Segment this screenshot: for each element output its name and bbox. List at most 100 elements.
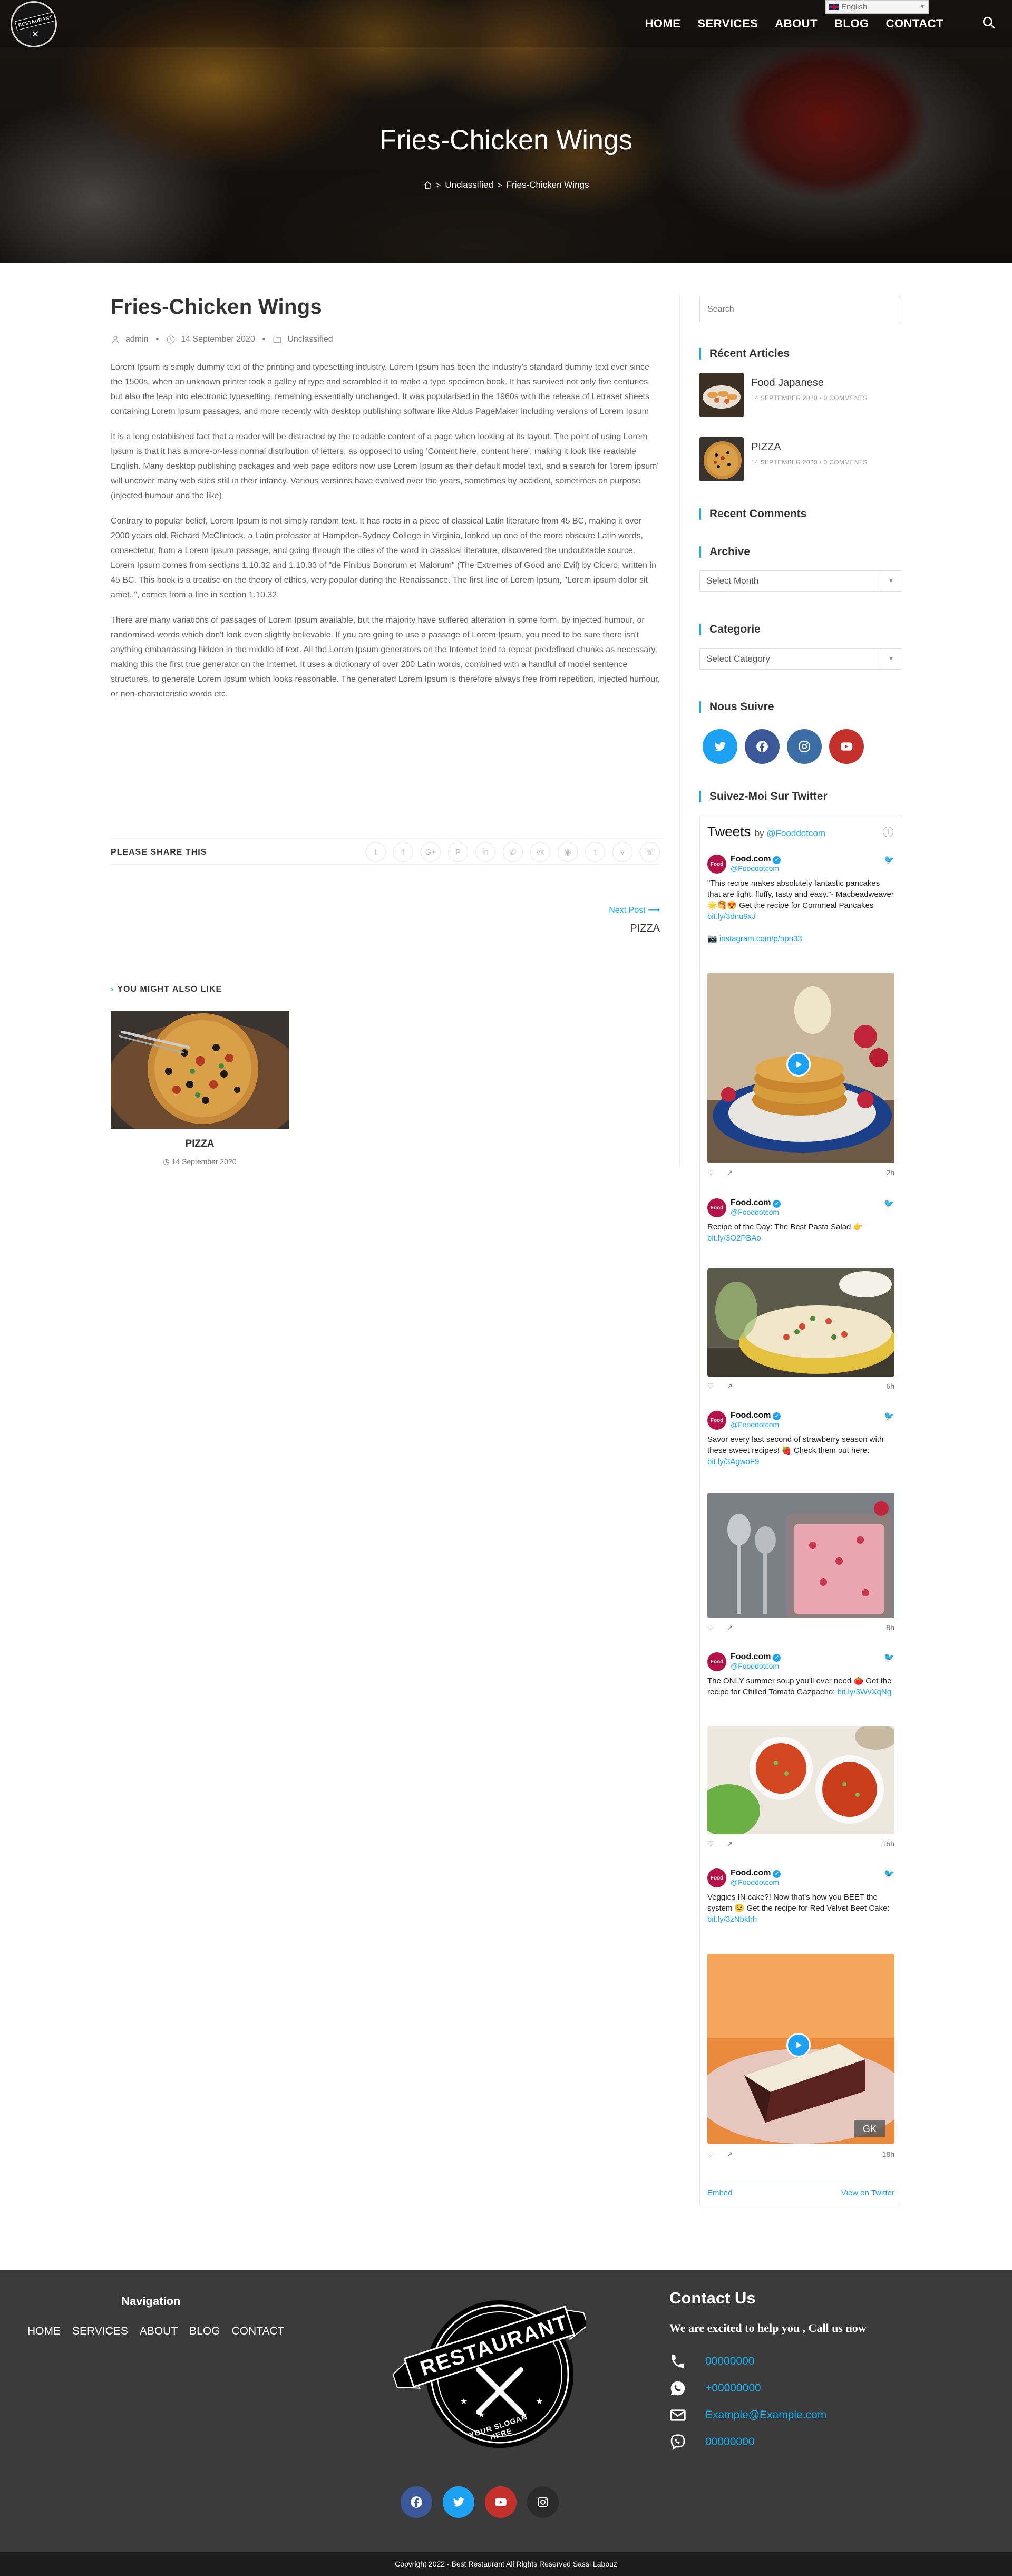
post-author[interactable]: admin <box>125 335 149 344</box>
language-selector[interactable]: English ▼ <box>825 0 929 14</box>
footer-menu-services[interactable]: SERVICES <box>72 2325 128 2338</box>
play-icon[interactable] <box>786 2033 811 2057</box>
tweet-time[interactable]: 2h <box>886 1168 894 1177</box>
tweet-link[interactable]: bit.ly/3O2PBAo <box>707 1234 761 1243</box>
tweet-card[interactable]: Food Food.com ✓ @Fooddotcom 🐦 Savor every la… <box>707 1411 894 1467</box>
breadcrumb-category[interactable]: Unclassified <box>445 180 493 190</box>
linkedin-icon[interactable]: in <box>475 842 495 862</box>
whatsapp-icon[interactable]: ☏ <box>640 842 660 862</box>
view-on-twitter-link[interactable]: View on Twitter <box>841 2188 894 2197</box>
play-icon[interactable] <box>786 1052 811 1077</box>
contact-phone[interactable]: 00000000 <box>705 2355 754 2368</box>
twitter-icon[interactable] <box>703 729 737 764</box>
tweet-author[interactable]: Food.com <box>731 1411 771 1420</box>
tweet-card[interactable]: Food Food.com ✓ @Fooddotcom 🐦 The ONLY summe… <box>707 1652 894 1698</box>
like-icon[interactable]: ♡ <box>707 1382 714 1391</box>
avatar[interactable]: Food <box>707 1198 726 1217</box>
tweet-card[interactable]: Food Food.com ✓ @Fooddotcom 🐦 "This recipe m… <box>707 855 894 944</box>
tweet-media-gazpacho[interactable] <box>707 1726 894 1834</box>
avatar[interactable]: Food <box>707 855 726 874</box>
next-post-link[interactable]: Next Post ⟶ PIZZA <box>527 905 660 935</box>
viber-icon[interactable]: ✆ <box>503 842 523 862</box>
tweet-time[interactable]: 6h <box>886 1382 894 1391</box>
instagram-icon[interactable] <box>527 2486 559 2518</box>
reddit-icon[interactable]: ◉ <box>558 842 578 862</box>
tweet-handle[interactable]: @Fooddotcom <box>731 1420 781 1429</box>
archive-select[interactable]: Select Month ▼ <box>699 570 901 592</box>
twitter-icon[interactable]: t <box>366 842 386 862</box>
recent-post-comments[interactable]: 0 COMMENTS <box>824 459 868 466</box>
menu-item-contact[interactable]: CONTACT <box>886 17 943 31</box>
recent-post-title[interactable]: Food Japanese <box>751 377 868 389</box>
contact-viber[interactable]: 00000000 <box>705 2436 754 2448</box>
tweet-link[interactable]: bit.ly/3AgwoF9 <box>707 1457 759 1466</box>
tweet-media-strawberry[interactable] <box>707 1493 894 1618</box>
share-icon[interactable]: ↗ <box>727 1382 733 1391</box>
tweet-link[interactable]: bit.ly/3WvXqNg <box>838 1688 892 1697</box>
pinterest-icon[interactable]: P <box>448 842 468 862</box>
twitter-bird-icon[interactable]: 🐦 <box>884 1868 894 1879</box>
related-post-title[interactable]: PIZZA <box>111 1138 289 1150</box>
tweet-time[interactable]: 8h <box>886 1623 894 1632</box>
share-icon[interactable]: ↗ <box>727 1623 733 1632</box>
tweet-media-pancakes[interactable] <box>707 973 894 1163</box>
tweet-author[interactable]: Food.com <box>731 1198 771 1207</box>
tweet-author[interactable]: Food.com <box>731 1652 771 1661</box>
tweet-author[interactable]: Food.com <box>731 1868 771 1877</box>
avatar[interactable]: Food <box>707 1411 726 1430</box>
google-plus-icon[interactable]: G+ <box>421 842 441 862</box>
contact-email[interactable]: Example@Example.com <box>705 2409 826 2422</box>
recent-post-thumbnail[interactable] <box>699 373 744 417</box>
sidebar-search-input[interactable] <box>699 297 901 322</box>
vk-icon[interactable]: vk <box>530 842 550 862</box>
viadeo-icon[interactable]: v <box>612 842 632 862</box>
twitter-bird-icon[interactable]: 🐦 <box>884 1652 894 1663</box>
tweet-media-beet-cake[interactable]: GK <box>707 1954 894 2144</box>
youtube-icon[interactable] <box>829 729 864 764</box>
instagram-icon[interactable] <box>787 729 822 764</box>
twitter-profile-link[interactable]: @Fooddotcom <box>766 828 825 838</box>
twitter-bird-icon[interactable]: 🐦 <box>884 1198 894 1209</box>
embed-link[interactable]: Embed <box>707 2188 733 2197</box>
menu-item-services[interactable]: SERVICES <box>697 17 758 31</box>
recent-post-item[interactable]: PIZZA 14 SEPTEMBER 2020 • 0 COMMENTS <box>699 437 868 481</box>
menu-item-about[interactable]: ABOUT <box>775 17 818 31</box>
tweet-link[interactable]: bit.ly/3zNbkhh <box>707 1915 757 1924</box>
post-category[interactable]: Unclassified <box>287 335 333 344</box>
avatar[interactable]: Food <box>707 1652 726 1671</box>
tweet-handle[interactable]: @Fooddotcom <box>731 1208 781 1216</box>
like-icon[interactable]: ♡ <box>707 1839 714 1848</box>
tweet-handle[interactable]: @Fooddotcom <box>731 1662 781 1670</box>
recent-post-comments[interactable]: 0 COMMENTS <box>824 394 868 402</box>
facebook-icon[interactable]: f <box>393 842 413 862</box>
info-icon[interactable]: i <box>883 827 893 837</box>
tweet-media-pasta-salad[interactable] <box>707 1268 894 1377</box>
share-icon[interactable]: ↗ <box>727 1839 733 1848</box>
recent-post-title[interactable]: PIZZA <box>751 441 868 453</box>
menu-item-home[interactable]: HOME <box>645 17 680 31</box>
youtube-icon[interactable] <box>485 2486 517 2518</box>
footer-menu-about[interactable]: ABOUT <box>140 2325 178 2338</box>
footer-menu-contact[interactable]: CONTACT <box>232 2325 285 2338</box>
tweet-time[interactable]: 16h <box>882 1839 894 1848</box>
menu-item-blog[interactable]: BLOG <box>834 17 869 31</box>
home-icon[interactable] <box>423 181 432 190</box>
tweet-card[interactable]: Food Food.com ✓ @Fooddotcom 🐦 Recipe of the … <box>707 1198 894 1244</box>
site-logo[interactable]: RESTAURANT ✕ <box>11 1 57 47</box>
like-icon[interactable]: ♡ <box>707 1168 714 1177</box>
related-post-image[interactable] <box>111 1011 289 1129</box>
share-icon[interactable]: ↗ <box>727 1168 733 1177</box>
contact-whatsapp[interactable]: +00000000 <box>705 2382 761 2395</box>
twitter-bird-icon[interactable]: 🐦 <box>884 1411 894 1421</box>
search-icon[interactable] <box>982 16 996 30</box>
facebook-icon[interactable] <box>401 2486 432 2518</box>
tweet-handle[interactable]: @Fooddotcom <box>731 864 781 873</box>
footer-menu-home[interactable]: HOME <box>27 2325 61 2338</box>
recent-post-item[interactable]: Food Japanese 14 SEPTEMBER 2020 • 0 COMM… <box>699 373 868 417</box>
avatar[interactable]: Food <box>707 1868 726 1887</box>
tweet-time[interactable]: 18h <box>882 2150 894 2159</box>
facebook-icon[interactable] <box>745 729 780 764</box>
footer-menu-blog[interactable]: BLOG <box>189 2325 220 2338</box>
tweet-card[interactable]: Food Food.com ✓ @Fooddotcom 🐦 Veggies IN cak… <box>707 1868 894 1925</box>
tweet-instagram-link[interactable]: instagram.com/p/npn33 <box>719 934 802 943</box>
